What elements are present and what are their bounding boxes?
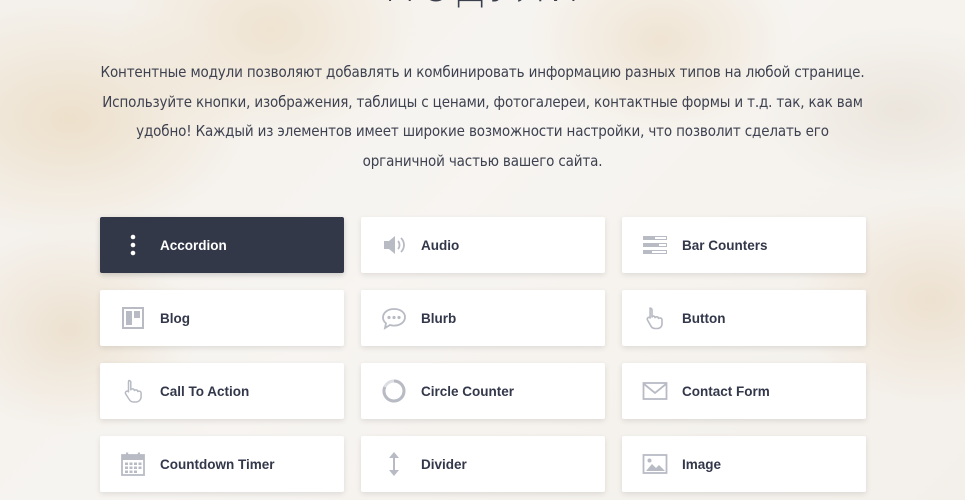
bar-counters-icon: [642, 232, 668, 258]
module-card-audio[interactable]: Audio: [361, 217, 605, 273]
module-card-contact-form[interactable]: Contact Form: [622, 363, 866, 419]
module-card-call-to-action[interactable]: Call To Action: [100, 363, 344, 419]
module-label: Circle Counter: [421, 383, 515, 399]
module-label: Image: [682, 456, 722, 472]
module-label: Bar Counters: [682, 237, 768, 253]
module-label: Contact Form: [682, 383, 770, 399]
intro-text: Контентные модули позволяют добавлять и …: [100, 63, 865, 170]
module-card-button[interactable]: Button: [622, 290, 866, 346]
module-card-image[interactable]: Image: [622, 436, 866, 492]
module-label: Audio: [421, 237, 460, 253]
module-label: Divider: [421, 456, 467, 472]
module-label: Button: [682, 310, 726, 326]
pointer-hand-icon: [642, 305, 668, 331]
vertical-dots-icon: [120, 232, 146, 258]
module-grid: Accordion Audio Bar Counters Blog Blurb …: [100, 217, 866, 492]
module-card-accordion[interactable]: Accordion: [100, 217, 344, 273]
circle-counter-icon: [381, 378, 407, 404]
calendar-icon: [120, 451, 146, 477]
envelope-icon: [642, 378, 668, 404]
module-card-countdown-timer[interactable]: Countdown Timer: [100, 436, 344, 492]
vertical-arrows-icon: [381, 451, 407, 477]
module-label: Blog: [160, 310, 190, 326]
hand-cursor-icon: [120, 378, 146, 404]
speaker-icon: [381, 232, 407, 258]
module-card-circle-counter[interactable]: Circle Counter: [361, 363, 605, 419]
blog-icon: [120, 305, 146, 331]
module-label: Countdown Timer: [160, 456, 275, 472]
speech-bubble-icon: [381, 305, 407, 331]
module-card-divider[interactable]: Divider: [361, 436, 605, 492]
page-title: МОДУЛИ: [0, 0, 965, 10]
module-label: Call To Action: [160, 383, 250, 399]
module-card-bar-counters[interactable]: Bar Counters: [622, 217, 866, 273]
module-card-blurb[interactable]: Blurb: [361, 290, 605, 346]
image-icon: [642, 451, 668, 477]
module-label: Blurb: [421, 310, 457, 326]
module-card-blog[interactable]: Blog: [100, 290, 344, 346]
module-label: Accordion: [160, 237, 227, 253]
